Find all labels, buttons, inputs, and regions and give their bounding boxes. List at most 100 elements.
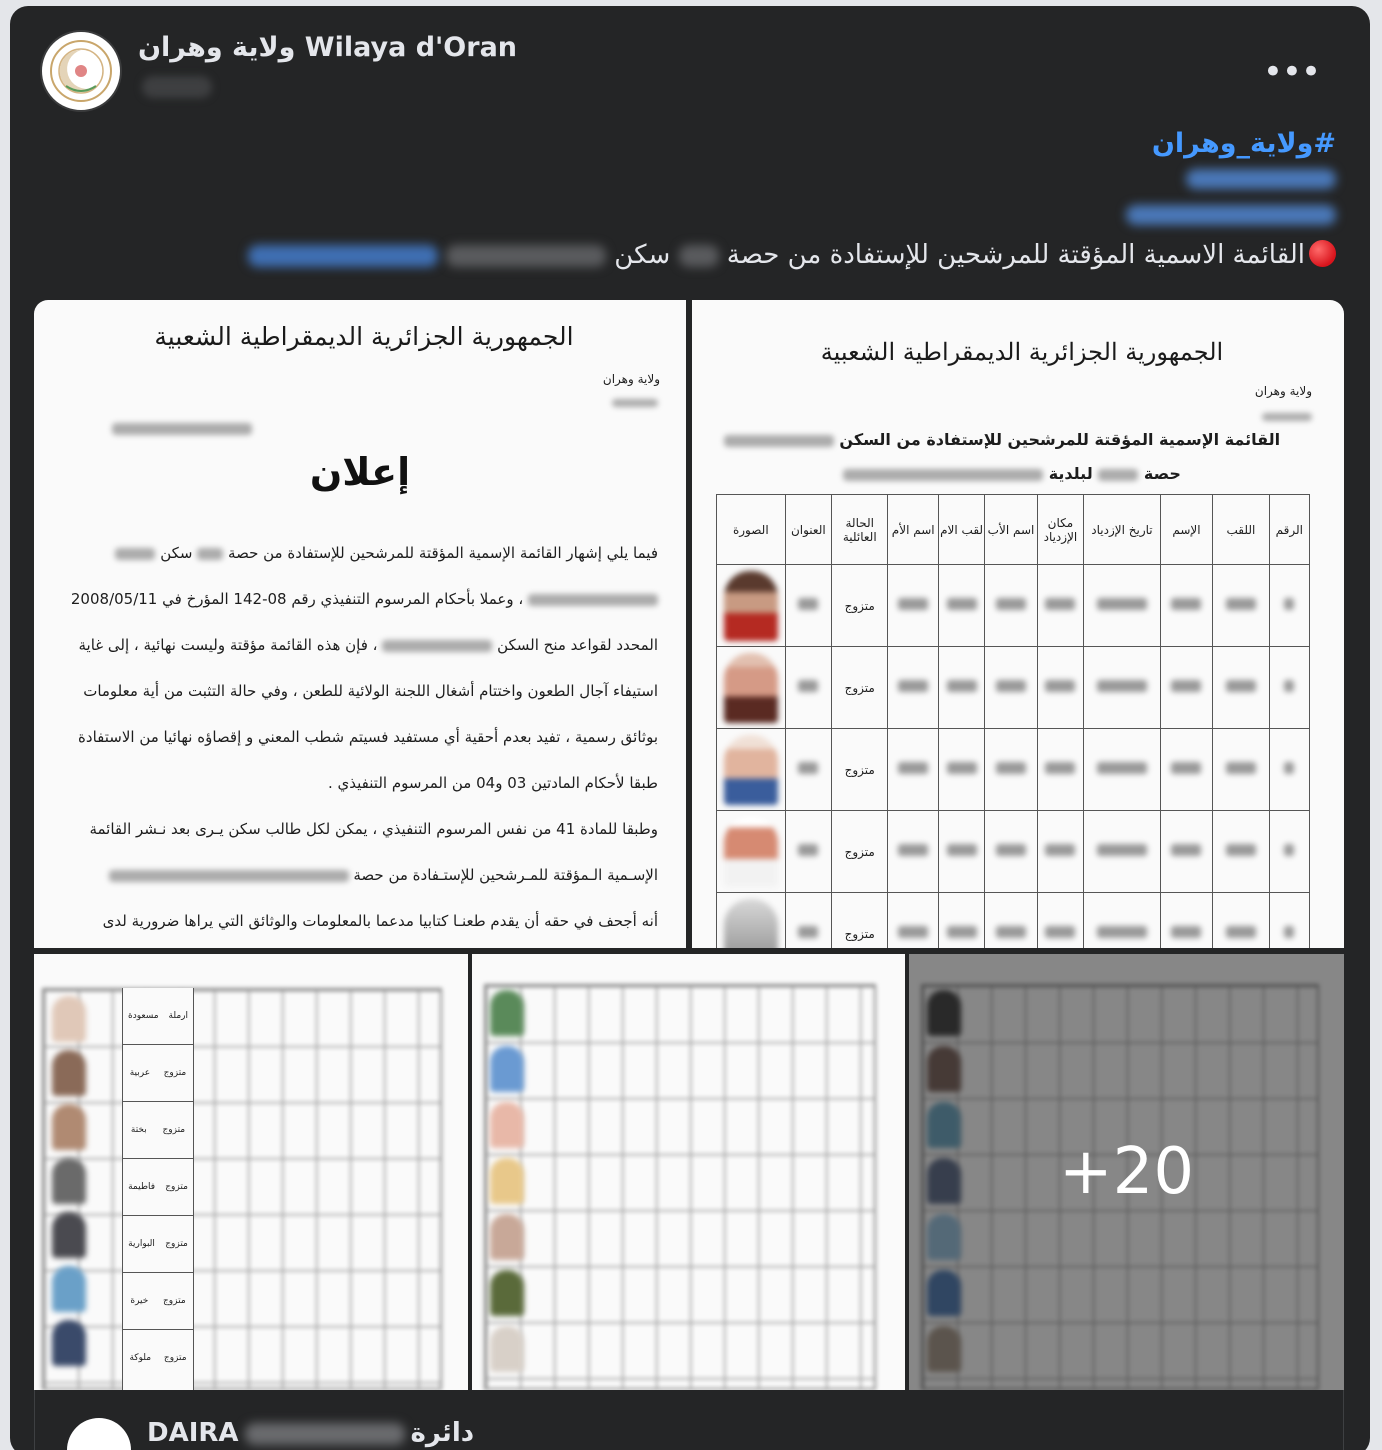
blurred-ref (1262, 406, 1312, 425)
post-timestamp[interactable] (142, 76, 212, 98)
table-row: متزوج (716, 810, 1311, 893)
col-header: الحالة العائلية (831, 494, 889, 565)
candidate-photo (490, 1158, 524, 1204)
status-value: متزوج (165, 1239, 188, 1249)
blurred-table-grid (484, 984, 876, 1390)
announcement-body: فيما يلي إشهار القائمة الإسمية المؤقتة ل… (58, 530, 658, 944)
wilaya-label: ولاية وهران (602, 372, 660, 386)
post-caption: #ولاية_وهران القائمة الاسمية المؤقتة للم… (136, 128, 1336, 273)
page-name[interactable]: ولاية وهران Wilaya d'Oran (138, 32, 517, 63)
body-line-2: ، وعملا بأحكام المرسوم التنفيذي رقم 08-1… (70, 590, 524, 608)
col-header: الصورة (716, 494, 786, 565)
mother-name: عربية (129, 1068, 151, 1078)
blurred-hashtag-2 (136, 205, 1336, 229)
photo-more[interactable]: +20 (909, 954, 1344, 1390)
blurred-number (678, 244, 719, 267)
candidate-photo (52, 1158, 86, 1204)
status-value: متزوج (162, 1125, 186, 1135)
status-column: ارملة مسعودة متزوج عربية متزوج بختة متزوج فا… (122, 988, 194, 1390)
blurred-ref (612, 392, 658, 411)
status-value: متزوج (163, 1068, 187, 1078)
candidate-photo (52, 1266, 86, 1312)
republic-header: الجمهورية الجزائرية الديمقراطية الشعبية (154, 322, 574, 351)
hashtag-link[interactable]: #ولاية_وهران (136, 128, 1336, 159)
photo-list-page-3[interactable] (472, 954, 905, 1390)
facebook-post: ولاية وهران Wilaya d'Oran ••• #ولاية_وهر… (10, 6, 1370, 1450)
body-line-3b: ، فإن هذه القائمة مؤقتة وليست نهائية ، إ… (78, 636, 378, 654)
candidate-photo (52, 1050, 86, 1096)
candidate-photo (490, 990, 524, 1036)
wilaya-seal-icon (50, 40, 112, 102)
status-cell: متزوج (831, 564, 889, 647)
col-header: اللقب (1212, 494, 1270, 565)
list-title-text: القائمة الإسمية المؤقتة للمرشحين للإستفا… (839, 430, 1281, 449)
body-line-1: فيما يلي إشهار القائمة الإسمية المؤقتة ل… (228, 544, 658, 562)
caption-text: القائمة الاسمية المؤقتة للمرشحين للإستفا… (136, 237, 1336, 273)
status-cell: متزوج (831, 810, 889, 893)
blurred-date (112, 418, 252, 437)
body-line-4: استيفاء آجال الطعون واختتام أشغال اللجنة… (83, 682, 658, 700)
wilaya-label: ولاية وهران (1254, 384, 1312, 398)
body-line-8: الإسـمية الـمؤقتة للمـرشحين للإستـفادة م… (353, 866, 658, 884)
table-row: متزوج (716, 646, 1311, 729)
status-value: ارملة (168, 1011, 189, 1021)
photo-list-page-2[interactable]: ارملة مسعودة متزوج عربية متزوج بختة متزوج فا… (34, 954, 468, 1390)
candidate-photo (723, 570, 778, 641)
table-row: متزوج (716, 564, 1311, 647)
mother-name: خيرة (130, 1296, 149, 1306)
candidate-photo (490, 1214, 524, 1260)
candidate-photo (52, 1212, 86, 1258)
col-header: اسم الأم (887, 494, 939, 565)
col-header: اسم الأب (984, 494, 1038, 565)
candidates-table: الرقم اللقب الإسم تاريخ الإزدياد مكان ال… (716, 494, 1311, 948)
mother-name: فاطيمة (128, 1182, 156, 1192)
blurred-commune-link[interactable] (247, 244, 438, 267)
photo-candidates-list[interactable]: الجمهورية الجزائرية الديمقراطية الشعبية … (692, 300, 1344, 948)
shared-from-bar[interactable]: DAIRA دائرة (34, 1390, 1344, 1450)
blurred-hashtag-1 (136, 169, 1336, 193)
body-line-6: طبقا لأحكام المادتين 03 و04 من المرسوم ا… (328, 774, 658, 792)
more-photos-overlay[interactable]: +20 (909, 954, 1344, 1390)
mother-name: بختة (130, 1125, 147, 1135)
candidate-photo (723, 734, 778, 805)
body-line-5: بوثائق رسمية ، تفيد بعدم أحقية أي مستفيد… (78, 728, 658, 746)
candidate-photo (52, 1104, 86, 1150)
col-header: العنوان (784, 494, 833, 565)
shared-page-avatar[interactable] (67, 1418, 131, 1450)
announcement-title: إعلان (309, 450, 411, 494)
more-photos-count: +20 (1058, 1135, 1195, 1209)
candidate-photo (490, 1102, 524, 1148)
list-subtitle: حصة لبلدية (752, 464, 1272, 483)
page-avatar[interactable] (40, 30, 122, 112)
list-title: القائمة الإسمية المؤقتة للمرشحين للإستفا… (722, 430, 1282, 449)
status-value: متزوج (163, 1296, 186, 1306)
photo-announcement[interactable]: الجمهورية الجزائرية الديمقراطية الشعبية … (34, 300, 686, 948)
caption-unit: سكن (614, 240, 671, 270)
candidate-photo (723, 652, 778, 723)
shared-page-name[interactable]: DAIRA دائرة (147, 1418, 474, 1448)
col-header: تاريخ الإزدياد (1083, 494, 1161, 565)
body-line-9: أنه أجحف في حقه أن يقدم طعنـا كتابيا مدع… (102, 912, 658, 930)
republic-header: الجمهورية الجزائرية الديمقراطية الشعبية (820, 338, 1224, 366)
col-header: لقب الام (937, 494, 986, 565)
list-subtitle-b: لبلدية (1048, 464, 1093, 483)
body-line-1b: سكن (160, 544, 193, 562)
col-header: مكان الإزدياد (1036, 494, 1085, 565)
table-row: متزوج (716, 728, 1311, 811)
candidate-photo (723, 816, 778, 887)
table-header-row: الرقم اللقب الإسم تاريخ الإزدياد مكان ال… (716, 494, 1311, 565)
candidate-photo (52, 1320, 86, 1366)
caption-main-text: القائمة الاسمية المؤقتة للمرشحين للإستفا… (726, 240, 1305, 270)
blurred-table-grid (42, 988, 442, 1390)
mother-name: مسعودة (127, 1011, 159, 1021)
status-cell: متزوج (831, 892, 889, 948)
candidate-photo (723, 898, 778, 948)
status-cell: متزوج (831, 728, 889, 811)
list-subtitle-a: حصة (1143, 464, 1181, 483)
shared-name-arabic: دائرة (410, 1418, 475, 1448)
candidate-photo (52, 996, 86, 1042)
photo-gallery: الجمهورية الجزائرية الديمقراطية الشعبية … (34, 300, 1344, 1390)
candidate-photo (490, 1046, 524, 1092)
col-header: الرقم (1268, 494, 1311, 565)
more-options-button[interactable]: ••• (1263, 52, 1321, 92)
